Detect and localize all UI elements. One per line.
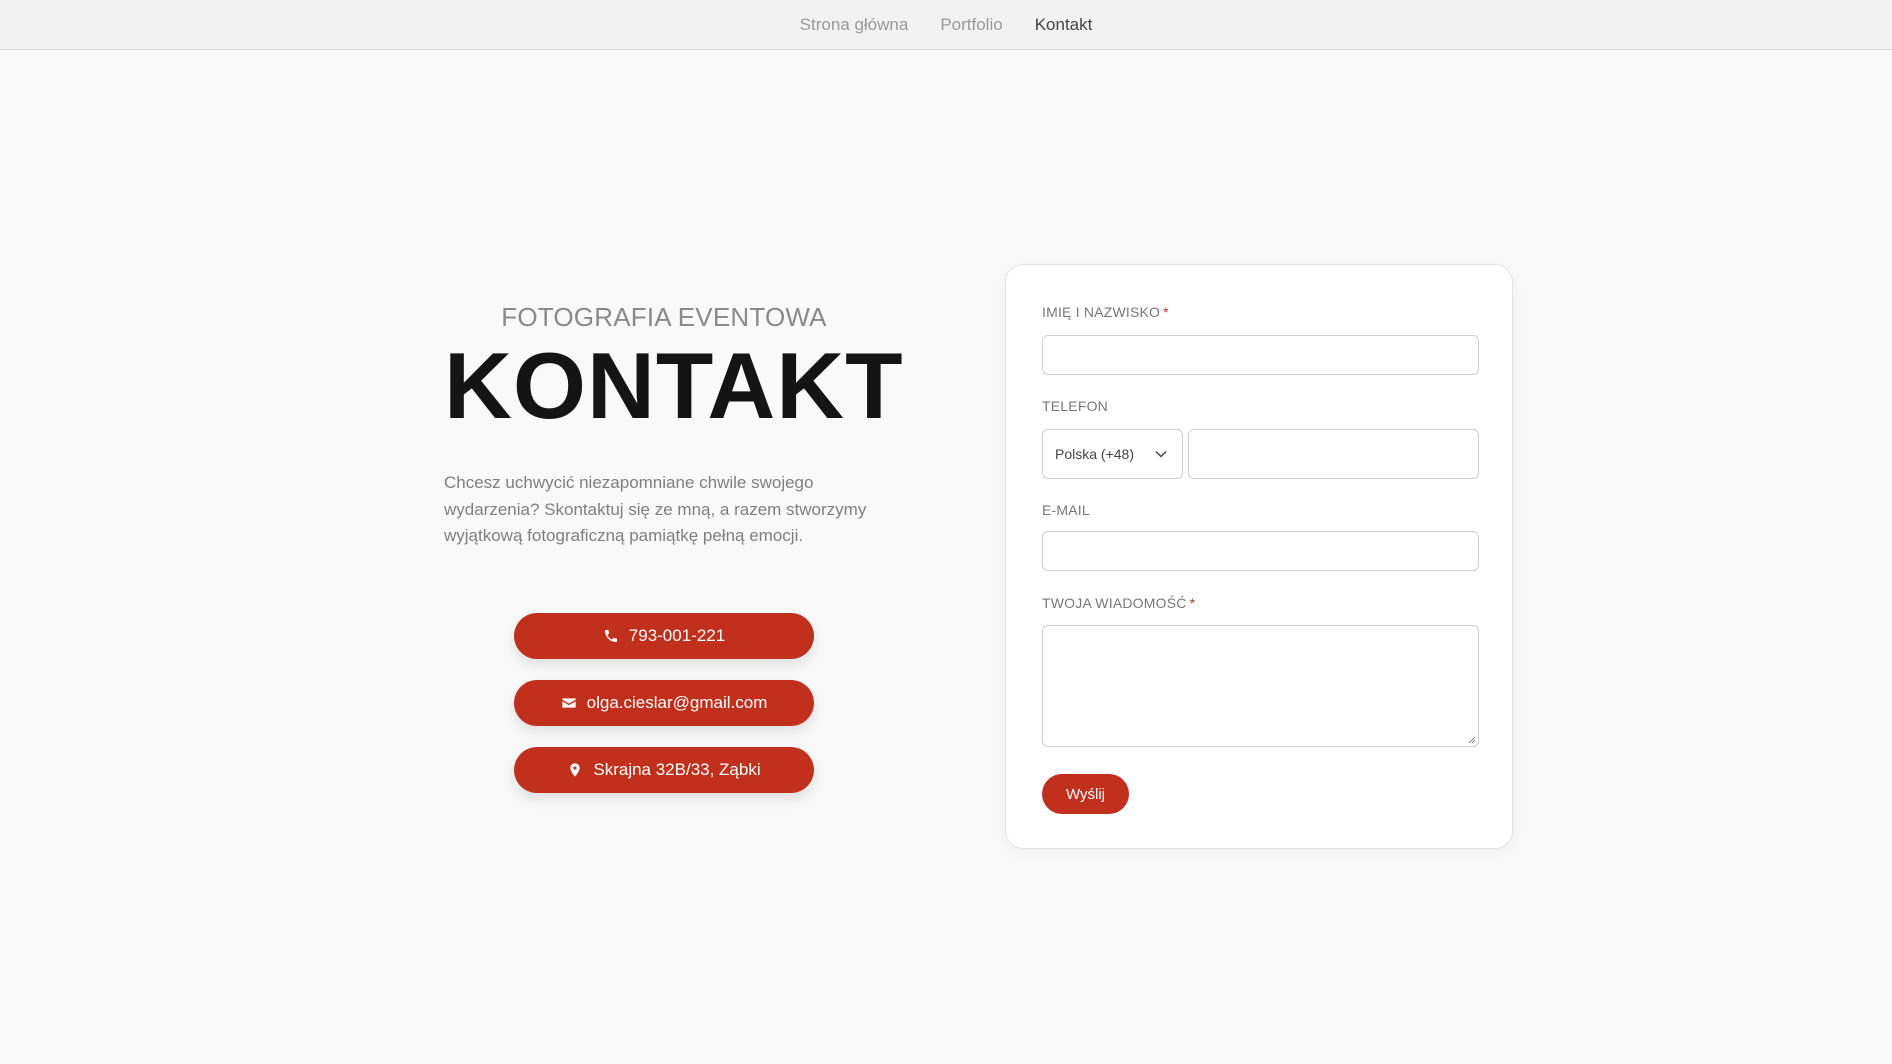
phone-button-label: 793-001-221 [628,626,726,645]
phone-icon [604,630,617,642]
contact-form: IMIĘ I NAZWISKO * TELEFON Polska (+48) E-… [1005,264,1513,849]
hero-eyebrow: FOTOGRAFIA EVENTOWA [501,302,827,332]
name-input[interactable] [1042,335,1479,375]
hero-intro: Chcesz uchwycić niezapomniane chwile swo… [444,473,867,545]
phone-button[interactable]: 793-001-221 [514,613,814,659]
name-label-text: IMIĘ I NAZWISKO [1042,304,1161,320]
message-label: TWOJA WIADOMOŚĆ * [1042,595,1195,611]
address-button-label: Skrajna 32B/33, Ząbki [593,760,761,779]
phone-label: TELEFON [1042,398,1108,414]
hero-section: FOTOGRAFIA EVENTOWA KONTAKT Chcesz uchwy… [444,300,904,550]
chevron-down-icon [1155,450,1167,458]
nav-item-home[interactable]: Strona główna [800,15,909,35]
name-label: IMIĘ I NAZWISKO * [1042,304,1169,320]
required-mark: * [1163,304,1169,320]
email-input[interactable] [1042,531,1479,571]
email-button-label: olga.cieslar@gmail.com [586,693,768,712]
submit-button[interactable]: Wyślij [1042,774,1129,814]
country-code-value: Polska (+48) [1055,446,1134,462]
email-label: E-MAIL [1042,502,1090,518]
page-title: KONTAKT [444,333,904,438]
phone-input[interactable] [1188,429,1479,479]
contact-buttons: 793-001-221 olga.cieslar@gmail.com Skraj… [514,613,814,793]
required-mark: * [1189,595,1196,611]
message-label-text: TWOJA WIADOMOŚĆ [1042,595,1187,611]
envelope-icon [561,698,576,708]
nav-item-portfolio[interactable]: Portfolio [940,15,1002,35]
top-nav: Strona główna Portfolio Kontakt [0,0,1892,50]
email-button[interactable]: olga.cieslar@gmail.com [514,680,814,726]
nav-item-contact[interactable]: Kontakt [1035,15,1093,35]
map-pin-icon [570,763,581,777]
address-button[interactable]: Skrajna 32B/33, Ząbki [514,747,814,793]
country-code-select[interactable]: Polska (+48) [1042,429,1183,479]
resize-handle-icon[interactable] [1467,735,1476,744]
message-textarea[interactable] [1042,625,1479,747]
